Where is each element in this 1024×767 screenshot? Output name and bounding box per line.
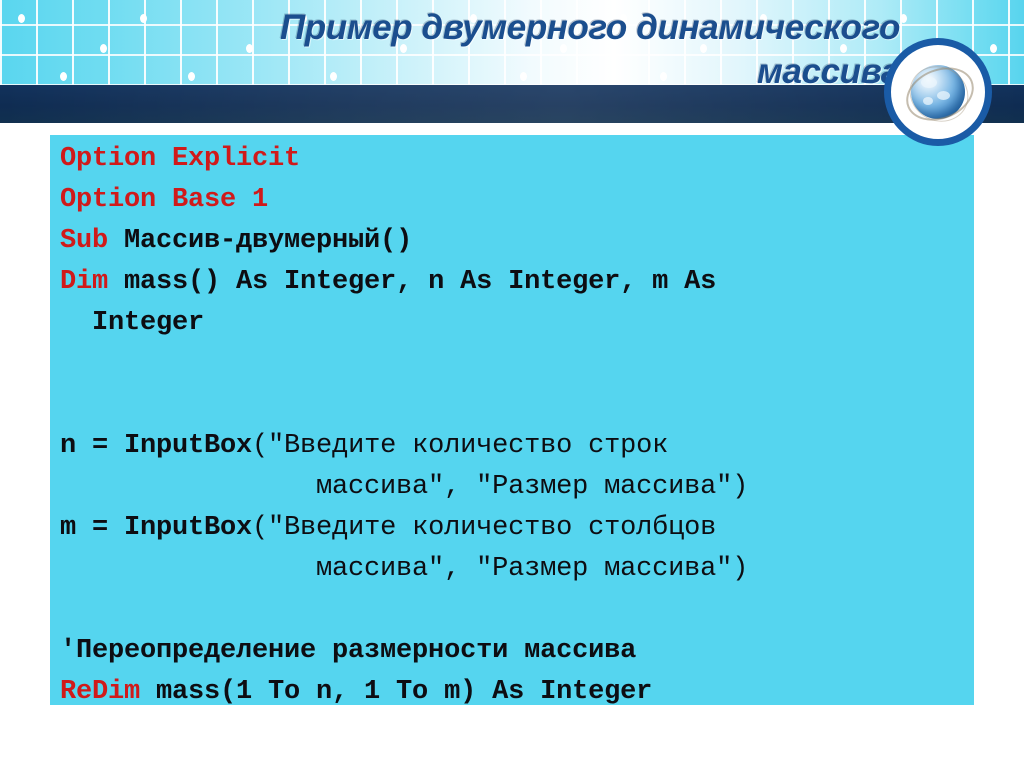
code-continuation-text: массива", "Размер массива"): [60, 554, 749, 584]
code-line: Option Base 1: [60, 180, 968, 221]
code-line: m = InputBox("Введите количество столбцо…: [60, 508, 968, 549]
code-line: массива", "Размер массива"): [60, 549, 968, 590]
code-text: mass(1 To n, 1 To m) As Integer: [140, 677, 653, 707]
page-title: Пример двумерного динамического массива: [60, 6, 900, 94]
code-line: массива", "Размер массива"): [60, 467, 968, 508]
code-continuation-text: массива", "Размер массива"): [60, 472, 749, 502]
code-line: ReDim mass(1 To n, 1 To m) As Integer: [60, 672, 968, 713]
code-text-bold: m = InputBox: [60, 513, 253, 543]
code-line: Sub Массив-двумерный(): [60, 221, 968, 262]
globe-orbit-ring: [899, 56, 979, 132]
code-line-list: Option Explicit Option Base 1 Sub Массив-д…: [60, 139, 968, 713]
code-comment: 'Переопределение размерности массива: [60, 636, 637, 666]
code-text: Explicit: [156, 144, 301, 174]
header-decor-dot: [18, 14, 25, 23]
globe-icon: [884, 38, 992, 146]
code-line: Integer: [60, 303, 968, 344]
code-keyword: Dim: [60, 267, 109, 297]
header-decor-dot: [990, 44, 997, 53]
code-string-literal: ("Введите количество строк: [252, 431, 669, 461]
code-line: Dim mass() As Integer, n As Integer, m A…: [60, 262, 968, 303]
code-block: Option Explicit Option Base 1 Sub Массив-д…: [50, 135, 974, 707]
code-line: n = InputBox("Введите количество строк: [60, 426, 968, 467]
code-keyword: Option: [60, 144, 157, 174]
code-text: Массив-двумерный(): [108, 226, 413, 256]
code-line: Option Explicit: [60, 139, 968, 180]
code-text: Base 1: [156, 185, 269, 215]
code-text-bold: n = InputBox: [60, 431, 253, 461]
code-keyword: Option: [60, 185, 157, 215]
code-continuation-text: Integer: [60, 308, 205, 338]
page-title-line-2: массива: [756, 52, 900, 91]
globe-icon-graphic: [898, 56, 982, 132]
code-keyword: Sub: [60, 226, 109, 256]
code-text: mass() As Integer, n As Integer, m As: [108, 267, 717, 297]
code-keyword: ReDim: [60, 677, 141, 707]
code-string-literal: ("Введите количество столбцов: [252, 513, 717, 543]
code-line: 'Переопределение размерности массива: [60, 631, 968, 672]
slide-canvas: Пример двумерного динамического массива …: [0, 0, 1024, 767]
header-decor-dot: [900, 14, 907, 23]
page-title-line-1: Пример двумерного динамического: [279, 8, 900, 47]
